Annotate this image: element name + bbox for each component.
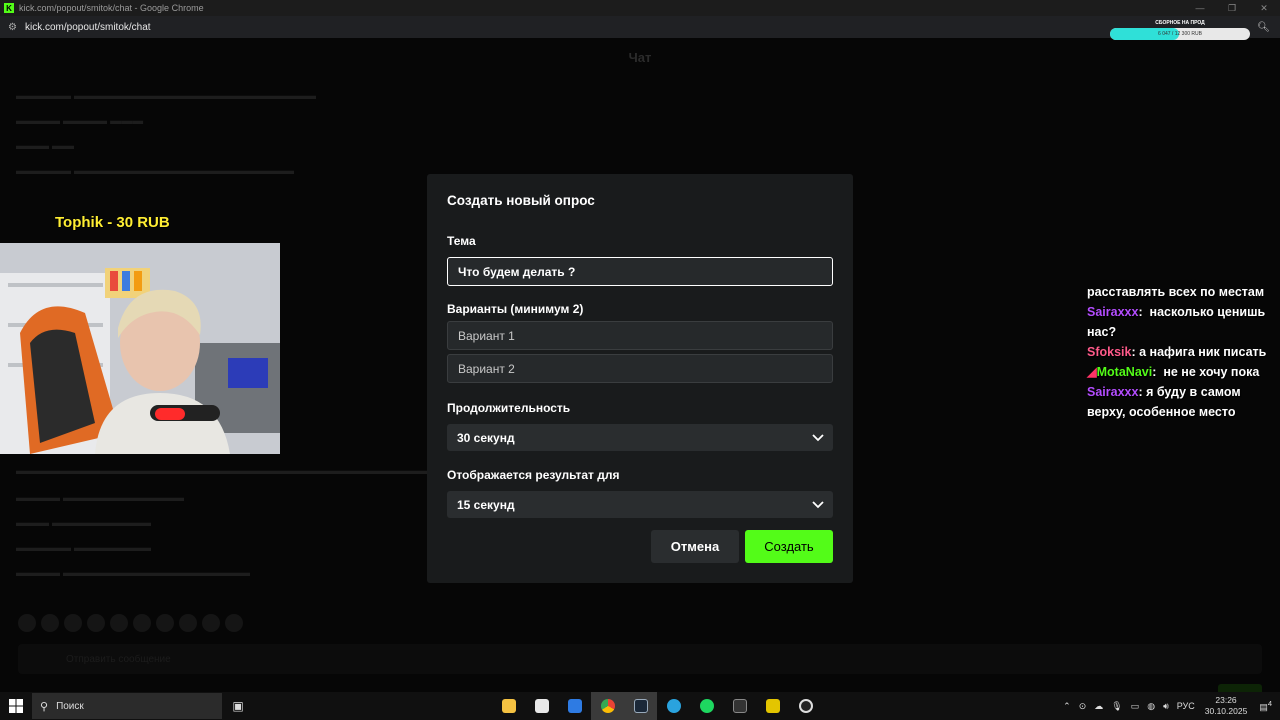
notification-icon[interactable]: ▤4 xyxy=(1259,699,1272,713)
window-controls: — ❐ ✕ xyxy=(1184,0,1280,16)
chat-header: Чат xyxy=(628,50,652,65)
overlay-chat: расставлять всех по местам Sairaxxx: нас… xyxy=(1087,282,1267,422)
chat-ghost-line: ▬▬▬ ▬▬ xyxy=(16,140,75,152)
network-icon[interactable]: ⊙ xyxy=(1079,701,1087,712)
donation-goal-widget: СБОРНОЕ НА ПРОД 6 047 / 12 300 RUB xyxy=(1110,20,1250,40)
kick-logo-icon: K xyxy=(4,3,14,13)
clock[interactable]: 23:26 30.10.2025 xyxy=(1205,695,1248,717)
chrome-icon[interactable] xyxy=(591,692,624,720)
overlay-message-text: а нафига ник писать xyxy=(1139,345,1267,359)
overlay-message-text: расставлять всех по местам xyxy=(1087,285,1265,299)
overlay-chat-message: расставлять всех по местам xyxy=(1087,282,1267,302)
close-window-button[interactable]: ✕ xyxy=(1248,0,1280,16)
chat-input[interactable]: Отправить сообщение xyxy=(18,644,1262,674)
webcam-feed xyxy=(0,243,280,454)
option-1-input[interactable]: Вариант 1 xyxy=(447,321,833,350)
maximize-button[interactable]: ❐ xyxy=(1216,0,1248,16)
explorer-icon[interactable] xyxy=(492,692,525,720)
overlay-chat-message: Sairaxxx: насколько ценишь нас? xyxy=(1087,305,1266,339)
task-view-icon[interactable]: ▣ xyxy=(222,699,254,713)
webcam-image xyxy=(0,243,280,454)
result-label: Отображается результат для xyxy=(447,468,620,482)
donation-alert: Tophik - 30 RUB xyxy=(55,214,170,231)
minimize-button[interactable]: — xyxy=(1184,0,1216,16)
steam-icon[interactable] xyxy=(624,692,657,720)
taskbar: ⚲ Поиск ▣ ⌃ ⊙ ☁ 🎙︎ ▭ ◍ 🔊︎ РУС 23:26 30.1… xyxy=(0,692,1280,720)
address-bar[interactable]: ⚙ kick.com/popout/smitok/chat 🔍︎ xyxy=(0,16,1280,38)
obs-icon[interactable] xyxy=(789,692,822,720)
store-icon[interactable] xyxy=(525,692,558,720)
site-settings-icon[interactable]: ⚙ xyxy=(8,22,17,33)
goal-label: СБОРНОЕ НА ПРОД xyxy=(1155,20,1205,26)
notification-count: 4 xyxy=(1267,699,1272,708)
spotify-icon[interactable] xyxy=(690,692,723,720)
telegram-icon[interactable] xyxy=(657,692,690,720)
taskbar-search[interactable]: ⚲ Поиск xyxy=(32,693,222,719)
wifi-icon[interactable]: ◍ xyxy=(1147,701,1155,712)
chat-ghost-line: ▬▬▬▬ ▬▬▬▬ ▬▬▬ xyxy=(16,115,144,127)
create-button[interactable]: Создать xyxy=(745,530,833,563)
options-label: Варианты (минимум 2) xyxy=(447,302,584,316)
cloud-icon[interactable]: ☁ xyxy=(1094,701,1103,712)
battery-icon[interactable]: ▭ xyxy=(1131,701,1140,712)
zoom-icon[interactable]: 🔍︎ xyxy=(1257,22,1270,33)
overlay-username: Sairaxxx xyxy=(1087,385,1139,399)
option-2-input[interactable]: Вариант 2 xyxy=(447,354,833,383)
chat-ghost-line: ▬▬▬▬▬ ▬▬▬▬▬▬▬▬▬▬▬▬▬▬▬▬▬▬▬▬▬▬ xyxy=(16,90,317,102)
start-button[interactable] xyxy=(0,692,32,720)
clock-time: 23:26 xyxy=(1215,695,1237,705)
topic-label: Тема xyxy=(447,234,476,248)
url-text[interactable]: kick.com/popout/smitok/chat xyxy=(25,22,151,33)
result-duration-select[interactable]: 15 секунд xyxy=(447,491,833,518)
mail-icon[interactable] xyxy=(558,692,591,720)
topic-input[interactable]: Что будем делать ? xyxy=(447,257,833,286)
cancel-button[interactable]: Отмена xyxy=(651,530,739,563)
language-indicator[interactable]: РУС xyxy=(1177,701,1195,711)
windows-icon xyxy=(9,699,23,713)
badge-icon: ◢ xyxy=(1087,365,1097,379)
chevron-down-icon xyxy=(812,501,824,509)
duration-value: 30 секунд xyxy=(457,430,515,445)
clock-date: 30.10.2025 xyxy=(1204,706,1248,716)
overlay-message-text: не не хочу пока xyxy=(1163,365,1260,379)
emote-bar xyxy=(18,614,243,632)
create-poll-modal: Создать новый опрос Тема Что будем делат… xyxy=(427,174,853,583)
terminal-icon[interactable] xyxy=(723,692,756,720)
window-title: kick.com/popout/smitok/chat - Google Chr… xyxy=(19,3,204,13)
system-tray: ⌃ ⊙ ☁ 🎙︎ ▭ ◍ 🔊︎ РУС 23:26 30.10.2025 ▤4 xyxy=(1059,692,1280,720)
chevron-up-icon[interactable]: ⌃ xyxy=(1063,701,1071,712)
chevron-down-icon xyxy=(812,434,824,442)
duration-select[interactable]: 30 секунд xyxy=(447,424,833,451)
chat-ghost-line: ▬▬▬▬ ▬▬▬▬▬▬▬▬▬▬▬ xyxy=(16,492,185,504)
chat-ghost-line: ▬▬▬▬▬ ▬▬▬▬▬▬▬ xyxy=(16,542,152,554)
volume-icon[interactable]: 🔊︎ xyxy=(1163,701,1169,712)
search-label: Поиск xyxy=(56,700,84,712)
mic-icon[interactable]: 🎙︎ xyxy=(1111,701,1122,712)
taskbar-apps xyxy=(492,692,822,720)
modal-title: Создать новый опрос xyxy=(447,193,595,208)
overlay-chat-message: Sfoksik: а нафига ник писать xyxy=(1087,345,1267,359)
duration-label: Продолжительность xyxy=(447,401,571,415)
app-yellow-icon[interactable] xyxy=(756,692,789,720)
screen: K kick.com/popout/smitok/chat - Google C… xyxy=(0,0,1280,720)
result-duration-value: 15 секунд xyxy=(457,497,515,512)
overlay-chat-message: Sairaxxx: я буду в самом верху, особенно… xyxy=(1087,385,1241,419)
chat-ghost-line: ▬▬▬▬▬▬▬▬▬▬▬▬▬▬▬▬▬▬▬▬▬▬▬▬▬▬▬▬▬▬▬▬▬▬▬▬▬▬▬ xyxy=(16,465,445,477)
chat-ghost-line: ▬▬▬ ▬▬▬▬▬▬▬▬▬ xyxy=(16,517,152,529)
search-icon: ⚲ xyxy=(40,700,49,713)
chat-ghost-line: ▬▬▬▬▬ ▬▬▬▬▬▬▬▬▬▬▬▬▬▬▬▬▬▬▬▬ xyxy=(16,165,295,177)
overlay-chat-message: ◢MotaNavi: не не хочу пока xyxy=(1087,365,1260,379)
chat-ghost-line: ▬▬▬▬ ▬▬▬▬▬▬▬▬▬▬▬▬▬▬▬▬▬ xyxy=(16,567,251,579)
overlay-username: Sairaxxx xyxy=(1087,305,1139,319)
overlay-username: MotaNavi xyxy=(1096,365,1153,379)
overlay-username: Sfoksik xyxy=(1087,345,1132,359)
window-titlebar: K kick.com/popout/smitok/chat - Google C… xyxy=(0,0,1280,16)
